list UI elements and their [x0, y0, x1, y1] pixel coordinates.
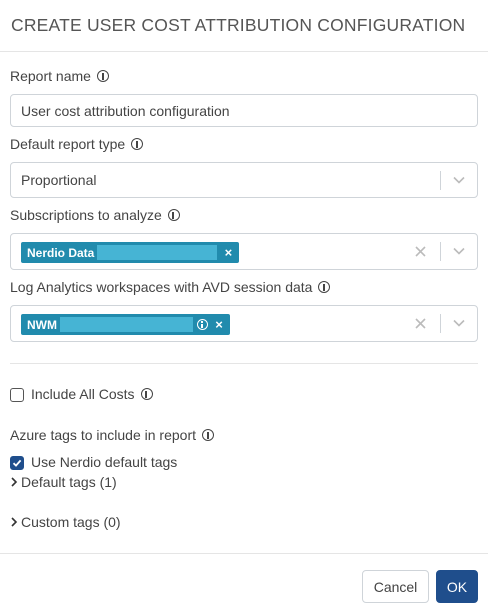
report-type-select[interactable]: Proportional [10, 162, 478, 198]
subscription-tag-label: Nerdio Data [27, 245, 95, 260]
select-separator [440, 242, 441, 261]
default-tags-toggle[interactable]: Default tags (1) [10, 474, 117, 490]
info-icon[interactable] [202, 429, 214, 441]
clear-icon[interactable] [414, 317, 427, 330]
include-all-costs-checkbox[interactable] [10, 388, 24, 402]
info-icon[interactable] [96, 70, 109, 82]
info-icon[interactable] [140, 388, 153, 400]
dialog-header: CREATE USER COST ATTRIBUTION CONFIGURATI… [0, 0, 488, 52]
workspace-tag-label: NWM [27, 317, 57, 332]
redacted-text [97, 245, 218, 260]
dialog-title: CREATE USER COST ATTRIBUTION CONFIGURATI… [11, 15, 466, 35]
select-separator [440, 171, 441, 190]
report-name-input[interactable]: User cost attribution configuration [10, 94, 478, 127]
report-name-label: Report name [10, 68, 109, 84]
subscription-tag: Nerdio Data × [21, 242, 240, 263]
chevron-down-icon[interactable] [452, 173, 466, 187]
info-icon[interactable] [167, 209, 180, 221]
chevron-down-icon[interactable] [452, 244, 466, 258]
workspace-tag: NWM × [21, 314, 230, 335]
close-icon[interactable]: × [208, 317, 230, 332]
include-all-costs-text: Include All Costs [31, 386, 135, 402]
report-name-value: User cost attribution configuration [21, 102, 230, 119]
subscriptions-select[interactable]: Nerdio Data × [10, 233, 478, 270]
caret-right-icon [11, 477, 18, 487]
info-icon[interactable] [318, 281, 331, 293]
azure-tags-label: Azure tags to include in report [10, 427, 214, 443]
subscriptions-label-text: Subscriptions to analyze [10, 207, 162, 223]
cancel-button[interactable]: Cancel [362, 570, 429, 603]
redacted-text [60, 317, 193, 332]
default-tags-label: Default tags (1) [21, 474, 117, 490]
workspaces-label: Log Analytics workspaces with AVD sessio… [10, 279, 331, 295]
report-name-label-text: Report name [10, 68, 91, 84]
subscriptions-label: Subscriptions to analyze [10, 207, 180, 223]
custom-tags-label: Custom tags (0) [21, 514, 121, 530]
caret-right-icon [11, 517, 18, 527]
section-divider [10, 363, 478, 364]
info-icon[interactable] [197, 319, 208, 330]
info-icon[interactable] [131, 138, 144, 150]
report-type-value: Proportional [21, 172, 97, 188]
footer-divider [0, 553, 488, 554]
close-icon[interactable]: × [217, 245, 239, 260]
select-separator [440, 314, 441, 333]
workspaces-label-text: Log Analytics workspaces with AVD sessio… [10, 279, 313, 295]
include-all-costs-label: Include All Costs [31, 386, 153, 402]
clear-icon[interactable] [414, 245, 427, 258]
check-icon [12, 459, 22, 467]
use-default-tags-label: Use Nerdio default tags [31, 454, 178, 470]
report-type-label: Default report type [10, 136, 144, 152]
custom-tags-toggle[interactable]: Custom tags (0) [10, 514, 121, 530]
chevron-down-icon[interactable] [452, 316, 466, 330]
report-type-label-text: Default report type [10, 136, 126, 152]
azure-tags-label-text: Azure tags to include in report [10, 427, 196, 443]
use-default-tags-checkbox[interactable] [10, 456, 24, 470]
ok-button[interactable]: OK [436, 570, 478, 603]
workspaces-select[interactable]: NWM × [10, 305, 478, 342]
